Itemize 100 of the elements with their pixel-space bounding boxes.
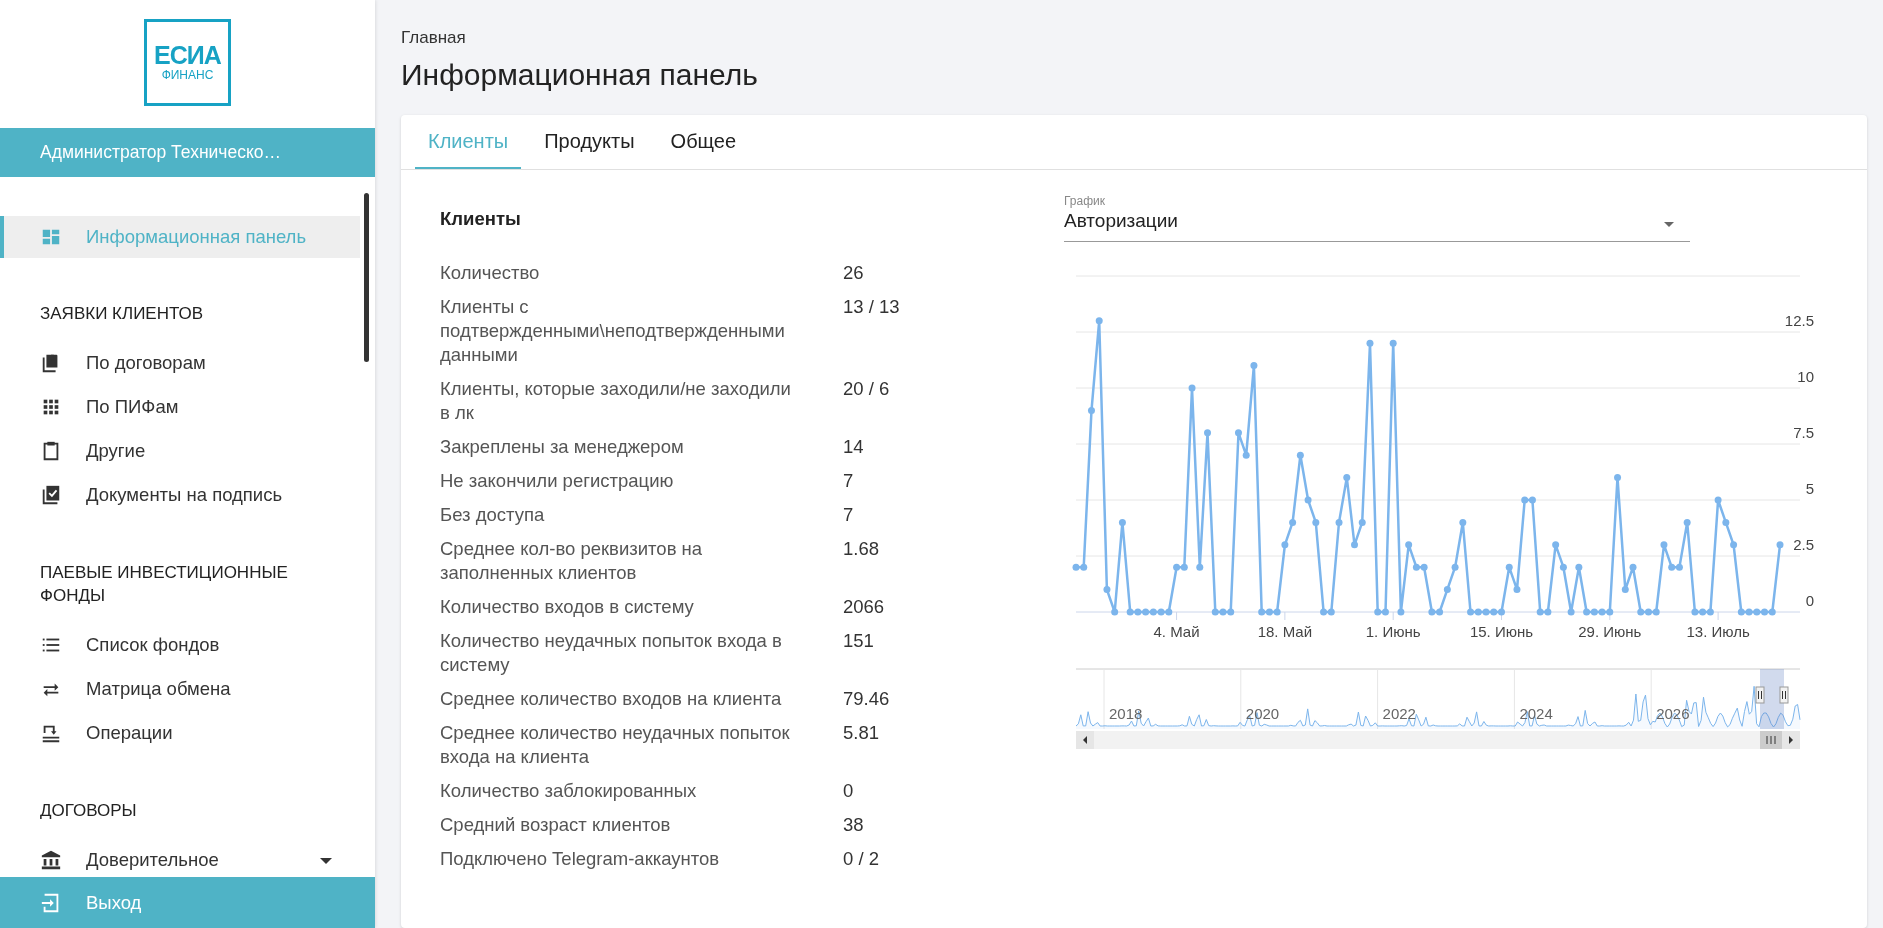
stat-value: 79.46 xyxy=(843,688,890,709)
scrollbar-thumb[interactable] xyxy=(364,193,369,362)
nav-item[interactable]: Список фондов xyxy=(0,623,360,667)
stat-label: Средний возраст клиентов xyxy=(440,813,672,837)
data-point xyxy=(1234,429,1242,437)
stat-value: 0 xyxy=(843,780,854,801)
data-point xyxy=(1575,563,1583,571)
section-title: Клиенты xyxy=(440,208,522,229)
tab[interactable]: Общее xyxy=(657,115,750,169)
stat-label: Количество xyxy=(440,261,541,285)
data-point xyxy=(1351,541,1358,549)
data-point xyxy=(1204,429,1211,437)
select-value: Авторизации xyxy=(1064,209,1179,233)
data-point xyxy=(1614,474,1622,482)
data-point xyxy=(1459,518,1467,526)
stat-label: Клиенты с подтвержденными\неподтвержденными данными xyxy=(440,295,786,367)
data-point xyxy=(1714,496,1722,504)
data-point xyxy=(1660,541,1668,549)
bank-icon xyxy=(40,849,62,871)
data-point xyxy=(1567,608,1575,616)
stat-label: Количество входов в систему xyxy=(440,595,695,619)
data-point xyxy=(1776,541,1784,549)
data-point xyxy=(1552,541,1560,549)
data-point xyxy=(1118,518,1126,526)
stat-value: 7 xyxy=(843,470,854,491)
nav-item[interactable]: Операции xyxy=(0,711,360,755)
data-point xyxy=(1196,563,1204,571)
navigator-year-label: 2024 xyxy=(1519,705,1553,722)
axis-tick-label: 1. Июнь xyxy=(1365,623,1421,640)
data-point xyxy=(1443,586,1451,594)
nav-item[interactable]: Документы на подпись xyxy=(0,473,360,517)
data-point xyxy=(1087,406,1095,414)
data-point xyxy=(1397,608,1405,616)
stat-label: Среднее количество неудачных попыток входа на клиента xyxy=(440,721,791,769)
nav-item[interactable]: По ПИФам xyxy=(0,385,360,429)
axis-tick-label: 15. Июнь xyxy=(1469,623,1534,640)
axis-tick-label: 12.5 xyxy=(1784,312,1814,329)
nav-item[interactable]: Другие xyxy=(0,429,360,473)
data-point xyxy=(1281,541,1289,549)
stat-label: Без доступа xyxy=(440,503,546,527)
axis-tick-label: 5 xyxy=(1805,480,1814,497)
data-point xyxy=(1250,362,1258,370)
stat-label: Клиенты, которые заходили/не заходили в лк xyxy=(440,377,792,425)
nav-item[interactable]: По договорам xyxy=(0,341,360,385)
axis-tick-label: 29. Июнь xyxy=(1578,623,1642,640)
stat-value: 151 xyxy=(843,630,874,651)
nav-item[interactable]: Доверительное xyxy=(0,838,360,877)
data-point xyxy=(1103,586,1111,594)
nav-item[interactable]: Матрица обмена xyxy=(0,667,360,711)
data-point xyxy=(1405,541,1413,549)
stat-value: 1.68 xyxy=(843,538,879,559)
scroll-left-button[interactable] xyxy=(1076,731,1094,749)
data-point xyxy=(1358,518,1366,526)
stat-label: Среднее кол-во реквизитов на заполненных клиентов xyxy=(440,537,704,585)
data-point xyxy=(1389,339,1397,347)
data-point xyxy=(1505,563,1513,571)
scroll-right-button[interactable] xyxy=(1782,731,1800,749)
data-point xyxy=(1730,541,1738,549)
data-point xyxy=(1312,518,1320,526)
page-title: Информационная панель xyxy=(401,58,759,92)
axis-tick-label: 13. Июль xyxy=(1686,623,1750,640)
data-point xyxy=(1343,474,1351,482)
data-point xyxy=(1513,586,1521,594)
scrollbar-thumb[interactable] xyxy=(1760,731,1782,749)
range-handle[interactable] xyxy=(1779,686,1789,704)
data-point xyxy=(1722,518,1730,526)
axis-tick-label: 4. Май xyxy=(1153,623,1200,640)
range-handle[interactable] xyxy=(1755,686,1765,704)
navigator-year-label: 2018 xyxy=(1109,705,1143,722)
logo-subtitle: ФИНАНС xyxy=(161,67,214,83)
axis-tick-label: 7.5 xyxy=(1793,424,1814,441)
stat-value: 20 / 6 xyxy=(843,378,890,399)
field-label: График xyxy=(1064,194,1106,208)
section-heading: ЗАЯВКИ КЛИЕНТОВ xyxy=(39,303,205,325)
caret-icon[interactable] xyxy=(320,858,332,864)
data-point xyxy=(1296,451,1304,459)
navigator-year-label: 2022 xyxy=(1382,705,1416,722)
navigator-year-label: 2020 xyxy=(1245,705,1280,722)
data-point xyxy=(1335,518,1343,526)
stat-value: 2066 xyxy=(843,596,885,617)
data-point xyxy=(1242,451,1250,459)
stat-value: 7 xyxy=(843,504,854,525)
data-point xyxy=(1111,608,1119,616)
data-point xyxy=(1621,586,1629,594)
data-point xyxy=(1451,563,1459,571)
tab[interactable]: Продукты xyxy=(531,115,648,169)
stat-label: Среднее количество входов на клиента xyxy=(440,687,783,711)
stat-label: Не закончили регистрацию xyxy=(440,469,675,493)
stat-value: 0 / 2 xyxy=(843,848,879,869)
stat-label: Закреплены за менеджером xyxy=(440,435,685,459)
stat-value: 14 xyxy=(843,436,864,457)
breadcrumb[interactable]: Главная xyxy=(401,0,1867,48)
axis-tick-label: 2.5 xyxy=(1793,536,1814,553)
logo-text: ЕСИА xyxy=(154,42,221,68)
chart-select[interactable]: График Авторизации xyxy=(1064,194,1690,242)
data-point xyxy=(1095,317,1103,325)
stat-value: 13 / 13 xyxy=(843,296,900,317)
data-point xyxy=(1629,563,1637,571)
stat-value: 26 xyxy=(843,262,864,283)
axis-tick-label: 10 xyxy=(1797,368,1814,385)
